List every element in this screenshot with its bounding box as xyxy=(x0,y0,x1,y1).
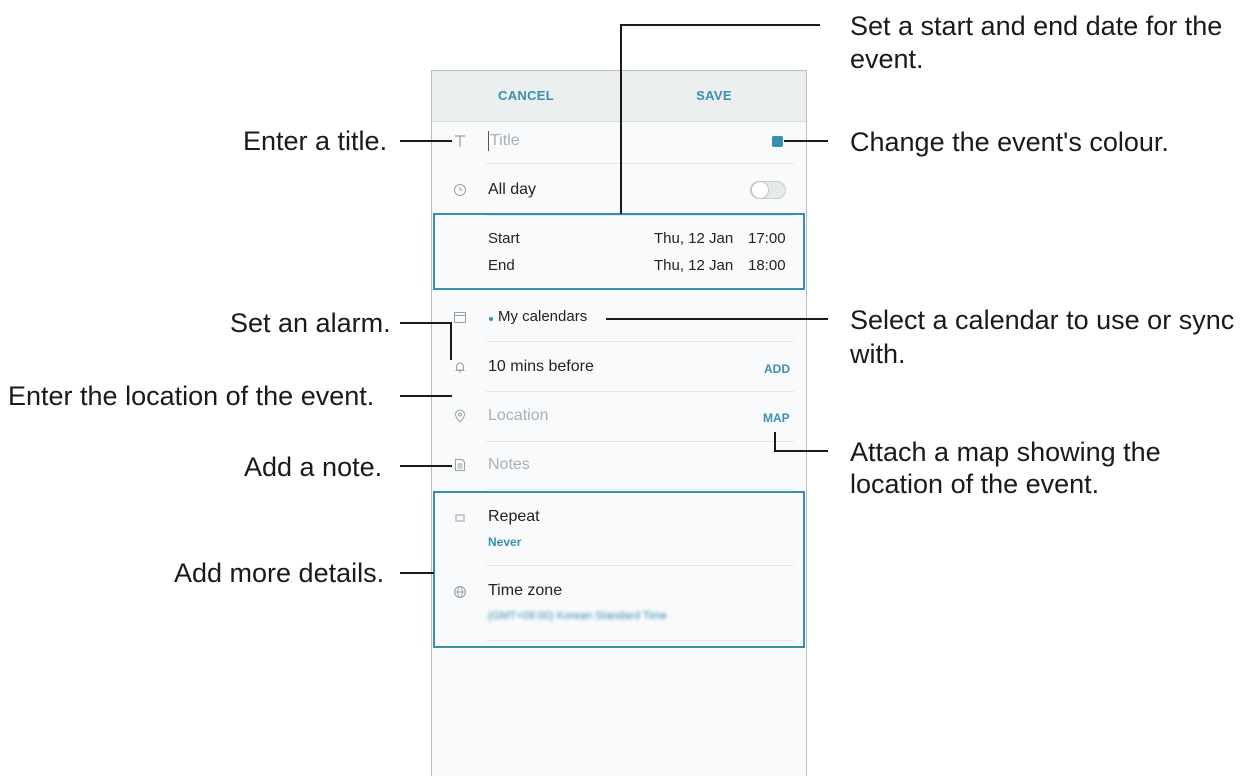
action-bar: CANCEL SAVE xyxy=(432,71,806,122)
calendar-icon xyxy=(454,312,466,323)
divider xyxy=(486,391,794,392)
calendar-colour-dot xyxy=(489,317,493,321)
divider xyxy=(486,163,794,164)
title-input[interactable]: Title xyxy=(490,132,520,150)
callout-map-line2: location of the event. xyxy=(850,469,1100,499)
callout-title: Enter a title. xyxy=(243,126,388,156)
callout-colour: Change the event's colour. xyxy=(850,127,1169,157)
title-icon xyxy=(455,135,465,147)
callout-details: Add more details. xyxy=(174,558,385,588)
notes-input[interactable]: Notes xyxy=(488,456,530,474)
location-pin-icon xyxy=(454,409,466,423)
colour-callout-line xyxy=(784,140,828,142)
map-callout-line-h xyxy=(774,450,828,452)
add-alarm-button[interactable]: ADD xyxy=(764,362,790,376)
details-highlight-box xyxy=(433,491,805,648)
location-callout-line xyxy=(400,395,452,397)
location-input[interactable]: Location xyxy=(488,407,549,425)
calendar-selector[interactable]: My calendars xyxy=(498,308,587,325)
divider xyxy=(486,441,794,442)
event-colour-button[interactable] xyxy=(772,136,783,147)
all-day-label: All day xyxy=(488,181,537,198)
notes-icon xyxy=(455,459,465,471)
note-callout-line xyxy=(400,465,452,467)
date-callout-line-h xyxy=(620,24,820,26)
callout-date-line1: Set a start and end date for the xyxy=(850,11,1223,41)
callout-calendar-line2: with. xyxy=(850,339,906,369)
calendar-callout-line xyxy=(606,318,828,320)
alarm-value[interactable]: 10 mins before xyxy=(488,358,594,376)
date-highlight-box xyxy=(433,213,805,290)
details-callout-line xyxy=(400,572,434,574)
date-callout-line-v xyxy=(620,24,622,214)
toggle-knob xyxy=(751,181,769,199)
divider xyxy=(486,341,794,342)
save-button[interactable]: SAVE xyxy=(620,71,806,121)
clock-icon xyxy=(454,184,466,196)
callout-calendar-line1: Select a calendar to use or sync xyxy=(850,305,1235,335)
callout-map-line1: Attach a map showing the xyxy=(850,437,1161,467)
all-day-toggle[interactable] xyxy=(750,181,786,199)
callout-alarm: Set an alarm. xyxy=(230,308,391,338)
text-cursor xyxy=(488,131,489,151)
divider xyxy=(486,489,794,490)
callout-date-line2: event. xyxy=(850,44,924,74)
map-button[interactable]: MAP xyxy=(763,411,790,425)
alarm-callout-line-h xyxy=(400,322,452,324)
map-callout-line-v xyxy=(774,432,776,450)
bell-icon xyxy=(455,362,465,373)
event-editor-screen: CANCEL SAVE Title All day Start Thu, 12 … xyxy=(431,70,807,776)
cancel-button[interactable]: CANCEL xyxy=(432,71,620,121)
callout-location: Enter the location of the event. xyxy=(8,381,375,411)
title-callout-line xyxy=(400,140,452,142)
alarm-callout-line-v xyxy=(450,322,452,360)
callout-note: Add a note. xyxy=(244,452,383,482)
